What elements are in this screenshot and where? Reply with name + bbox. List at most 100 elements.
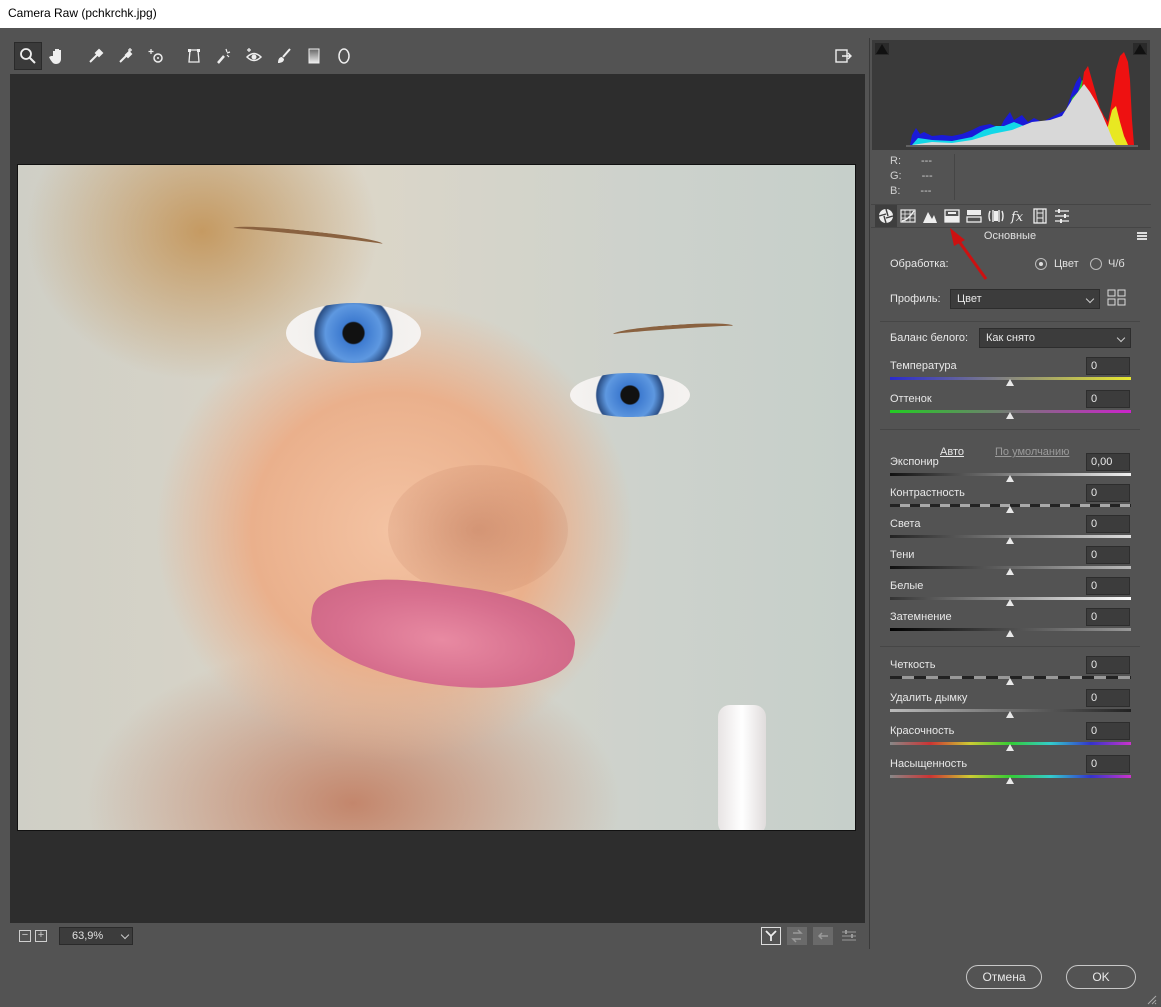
rgb-divider <box>954 154 955 200</box>
copy-settings-button[interactable] <box>813 927 833 945</box>
tab-tone-curve[interactable] <box>897 205 919 227</box>
grid-icon <box>1107 289 1126 306</box>
tab-hsl[interactable] <box>941 205 963 227</box>
clarity-input[interactable]: 0 <box>1086 656 1130 674</box>
eyedropper-icon <box>89 48 104 63</box>
tab-effects[interactable]: fx <box>1007 205 1029 227</box>
dehaze-label: Удалить дымку <box>890 692 968 704</box>
clarity-label: Четкость <box>890 659 936 671</box>
view-tools <box>761 927 859 945</box>
color-sampler-tool[interactable] <box>112 42 140 70</box>
temperature-input[interactable]: 0 <box>1086 357 1130 375</box>
contrast-thumb[interactable] <box>1006 506 1014 513</box>
tab-lens-corrections[interactable] <box>985 205 1007 227</box>
contrast-input[interactable]: 0 <box>1086 484 1130 502</box>
g-value: --- <box>921 170 933 182</box>
hand-tool[interactable] <box>44 42 72 70</box>
tab-presets[interactable] <box>1051 205 1073 227</box>
adjustment-brush-tool[interactable] <box>270 42 298 70</box>
whites-label: Белые <box>890 580 924 592</box>
saturation-thumb[interactable] <box>1006 777 1014 784</box>
treatment-color-radio[interactable] <box>1035 258 1047 270</box>
zoom-tool[interactable] <box>14 42 42 70</box>
vibrance-thumb[interactable] <box>1006 744 1014 751</box>
dehaze-thumb[interactable] <box>1006 711 1014 718</box>
toggle-defaults-button[interactable] <box>839 927 859 945</box>
divider <box>880 646 1140 647</box>
treatment-bw-radio[interactable] <box>1090 258 1102 270</box>
ok-button[interactable]: OK <box>1066 965 1136 989</box>
blacks-input[interactable]: 0 <box>1086 608 1130 626</box>
tint-input[interactable]: 0 <box>1086 390 1130 408</box>
export-icon <box>835 49 852 63</box>
contrast-label: Контрастность <box>890 487 965 499</box>
lens-icon <box>988 210 1004 222</box>
left-eye <box>286 303 421 363</box>
tint-thumb[interactable] <box>1006 412 1014 419</box>
treatment-label: Обработка: <box>890 258 949 270</box>
before-after-y-icon <box>765 930 777 941</box>
nose-shadow <box>388 465 568 595</box>
zoom-icon <box>20 48 36 64</box>
treatment-color-label: Цвет <box>1054 258 1079 270</box>
auto-link[interactable]: Авто <box>940 446 964 458</box>
exposure-thumb[interactable] <box>1006 475 1014 482</box>
profile-value: Цвет <box>957 293 982 305</box>
graduated-filter-icon <box>308 48 320 64</box>
swap-settings-button[interactable] <box>787 927 807 945</box>
radial-filter-tool[interactable] <box>330 42 358 70</box>
zoom-in-button[interactable]: + <box>35 930 47 942</box>
window-title: Camera Raw (pchkrchk.jpg) <box>8 6 157 20</box>
cancel-button[interactable]: Отмена <box>966 965 1042 989</box>
blacks-thumb[interactable] <box>1006 630 1014 637</box>
presets-sliders-icon <box>1055 209 1069 223</box>
chevron-down-icon <box>1116 333 1126 343</box>
white-balance-tool[interactable] <box>82 42 110 70</box>
histogram <box>872 40 1150 150</box>
divider <box>880 429 1140 430</box>
transform-tool[interactable] <box>180 42 208 70</box>
before-after-toggle[interactable] <box>761 927 781 945</box>
clarity-thumb[interactable] <box>1006 678 1014 685</box>
panel-menu-icon[interactable] <box>1137 232 1147 240</box>
temperature-thumb[interactable] <box>1006 379 1014 386</box>
adjustments-panel: R: --- G: --- B: --- fx Основные Обработ… <box>869 38 1151 949</box>
profile-select[interactable]: Цвет <box>950 289 1100 309</box>
aperture-icon <box>878 208 894 224</box>
camera-raw-dialog: − + 63,9% R: --- G: --- B: --- fx Основн… <box>0 28 1161 1007</box>
exposure-input[interactable]: 0,00 <box>1086 453 1130 471</box>
image-canvas[interactable] <box>10 74 865 923</box>
photo-preview[interactable] <box>17 164 856 831</box>
tab-split-toning[interactable] <box>963 205 985 227</box>
b-value: --- <box>920 185 932 197</box>
spot-removal-tool[interactable] <box>210 42 238 70</box>
split-toning-icon <box>966 210 982 223</box>
resize-grip-icon[interactable] <box>1147 995 1157 1005</box>
zoom-out-button[interactable]: − <box>19 930 31 942</box>
saturation-input[interactable]: 0 <box>1086 755 1130 773</box>
tab-detail[interactable] <box>919 205 941 227</box>
red-eye-tool[interactable] <box>240 42 268 70</box>
dehaze-input[interactable]: 0 <box>1086 689 1130 707</box>
highlights-input[interactable]: 0 <box>1086 515 1130 533</box>
shadows-input[interactable]: 0 <box>1086 546 1130 564</box>
default-link[interactable]: По умолчанию <box>995 446 1069 458</box>
whites-input[interactable]: 0 <box>1086 577 1130 595</box>
saturation-label: Насыщенность <box>890 758 968 770</box>
graduated-filter-tool[interactable] <box>300 42 328 70</box>
tab-camera-calibration[interactable] <box>1029 205 1051 227</box>
shadows-thumb[interactable] <box>1006 568 1014 575</box>
highlights-thumb[interactable] <box>1006 537 1014 544</box>
whites-thumb[interactable] <box>1006 599 1014 606</box>
chevron-down-icon <box>1085 294 1095 304</box>
white-balance-label: Баланс белого: <box>890 332 969 344</box>
chevron-down-icon <box>120 930 130 939</box>
vibrance-input[interactable]: 0 <box>1086 722 1130 740</box>
targeted-adjustment-tool[interactable] <box>142 42 170 70</box>
open-preferences-button[interactable] <box>829 42 857 70</box>
tab-basic[interactable] <box>875 205 897 227</box>
color-sampler-icon <box>119 48 133 63</box>
white-balance-select[interactable]: Как снято <box>979 328 1131 348</box>
zoom-level-select[interactable]: 63,9% <box>59 927 133 945</box>
profile-browser-button[interactable] <box>1107 289 1127 310</box>
